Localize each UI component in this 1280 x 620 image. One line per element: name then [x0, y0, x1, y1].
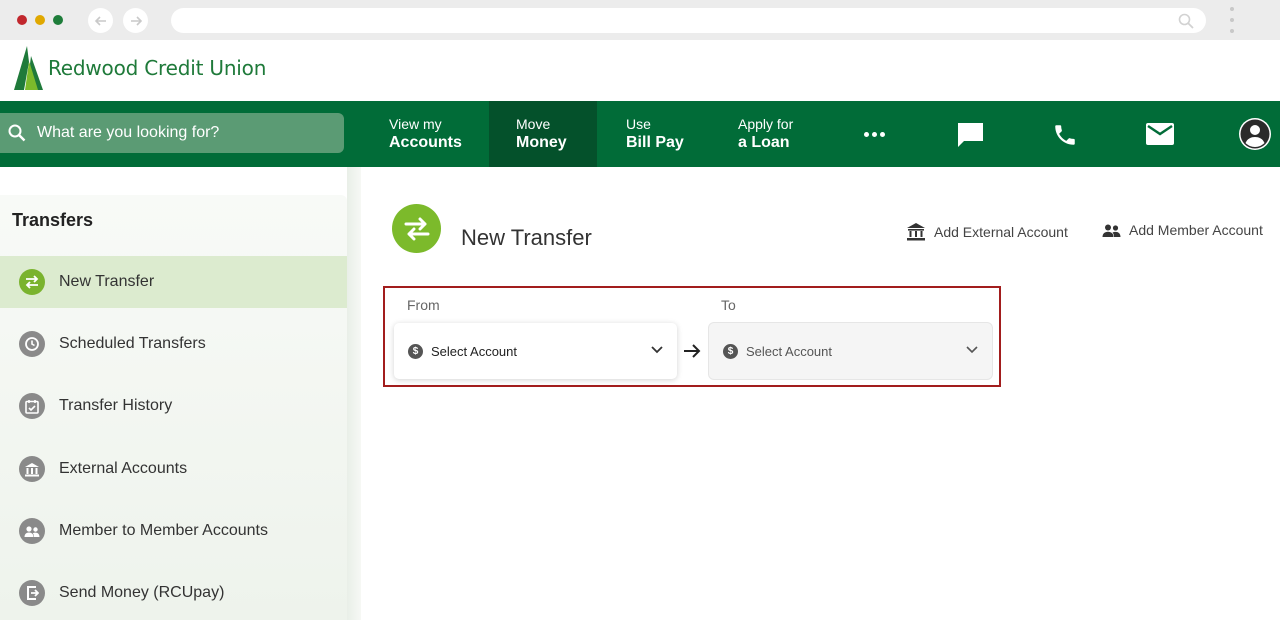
- chat-icon[interactable]: [956, 121, 985, 149]
- nav-label-line1: Move: [516, 116, 551, 132]
- nav-label-line2: Money: [516, 134, 567, 151]
- sidebar-item-external-accounts[interactable]: External Accounts: [0, 443, 347, 495]
- to-account-select[interactable]: $ Select Account: [709, 323, 992, 379]
- sidebar-item-label: New Transfer: [59, 273, 155, 290]
- browser-menu-button[interactable]: [1229, 7, 1235, 33]
- mail-icon[interactable]: [1146, 123, 1174, 145]
- sidebar-item-label: Scheduled Transfers: [59, 335, 206, 352]
- dollar-icon: $: [723, 343, 738, 359]
- sidebar-title: Transfers: [12, 210, 94, 230]
- sidebar-item-transfer-history[interactable]: Transfer History: [0, 380, 347, 432]
- sidebar-item-scheduled-transfers[interactable]: Scheduled Transfers: [0, 318, 347, 370]
- nav-label-line2: Accounts: [389, 134, 462, 151]
- browser-back-button[interactable]: [88, 8, 113, 33]
- arrow-left-icon: [94, 15, 106, 26]
- browser-chrome: [0, 0, 1280, 40]
- nav-label-line1: Apply for: [738, 116, 794, 132]
- more-icon[interactable]: [864, 132, 885, 137]
- logo-bar: Redwood Credit Union: [0, 40, 1280, 101]
- search-icon: [8, 124, 26, 142]
- from-label: From: [407, 297, 440, 313]
- sidebar-item-label: External Accounts: [59, 460, 188, 477]
- transfer-form: From To $ Select Account $ Select Accoun…: [383, 286, 1001, 387]
- window-minimize-dot[interactable]: [35, 15, 45, 25]
- nav-move-money[interactable]: Move Money: [489, 101, 597, 167]
- site-logo[interactable]: Redwood Credit Union: [14, 46, 266, 90]
- window-maximize-dot[interactable]: [53, 15, 63, 25]
- address-bar[interactable]: [171, 8, 1206, 33]
- chevron-down-icon: [966, 346, 978, 354]
- people-icon: [19, 518, 45, 544]
- from-account-select[interactable]: $ Select Account: [394, 323, 677, 379]
- nav-label-line2: Bill Pay: [626, 134, 684, 151]
- phone-icon[interactable]: [1052, 122, 1078, 148]
- send-money-icon: [19, 580, 45, 606]
- window-close-dot[interactable]: [17, 15, 27, 25]
- profile-icon[interactable]: [1239, 118, 1271, 150]
- main-nav: What are you looking for? View my Accoun…: [0, 101, 1280, 167]
- search-icon: [1178, 13, 1194, 29]
- sidebar-item-label: Member to Member Accounts: [59, 522, 268, 539]
- sidebar: Transfers New Transfer Scheduled Transfe…: [0, 195, 347, 620]
- add-external-account-label: Add External Account: [934, 223, 1068, 240]
- sidebar-item-new-transfer[interactable]: New Transfer: [0, 256, 347, 308]
- nav-label-line2: a Loan: [738, 134, 790, 151]
- from-account-value: Select Account: [431, 343, 517, 359]
- arrow-right-icon: [130, 15, 142, 26]
- sidebar-item-send-money[interactable]: Send Money (RCUpay): [0, 567, 347, 619]
- add-external-account-link[interactable]: Add External Account: [906, 222, 1068, 241]
- people-icon: [1102, 224, 1121, 237]
- nav-view-accounts[interactable]: View my Accounts: [389, 101, 489, 167]
- logo-text: Redwood Credit Union: [48, 56, 267, 80]
- page-title: New Transfer: [461, 225, 592, 250]
- to-account-value: Select Account: [746, 343, 832, 359]
- clock-icon: [19, 331, 45, 357]
- dollar-icon: $: [408, 343, 423, 359]
- search-placeholder: What are you looking for?: [37, 124, 220, 141]
- to-label: To: [721, 297, 736, 313]
- arrow-right-icon: [684, 344, 701, 358]
- nav-bill-pay[interactable]: Use Bill Pay: [626, 101, 716, 167]
- chevron-down-icon: [651, 346, 663, 354]
- sidebar-item-member-accounts[interactable]: Member to Member Accounts: [0, 505, 347, 557]
- nav-label-line1: Use: [626, 116, 651, 132]
- add-member-account-link[interactable]: Add Member Account: [1102, 222, 1263, 238]
- bank-icon: [19, 456, 45, 482]
- calendar-check-icon: [19, 393, 45, 419]
- browser-forward-button[interactable]: [123, 8, 148, 33]
- sidebar-item-label: Transfer History: [59, 397, 173, 414]
- sidebar-divider: [347, 167, 361, 620]
- transfer-icon: [392, 204, 441, 253]
- sidebar-item-label: Send Money (RCUpay): [59, 584, 225, 601]
- nav-label-line1: View my: [389, 116, 442, 132]
- bank-icon: [907, 223, 925, 241]
- search-input[interactable]: What are you looking for?: [0, 113, 344, 153]
- add-member-account-label: Add Member Account: [1129, 222, 1263, 238]
- transfer-icon: [19, 269, 45, 295]
- nav-apply-loan[interactable]: Apply for a Loan: [738, 101, 828, 167]
- redwood-tree-icon: [14, 46, 43, 90]
